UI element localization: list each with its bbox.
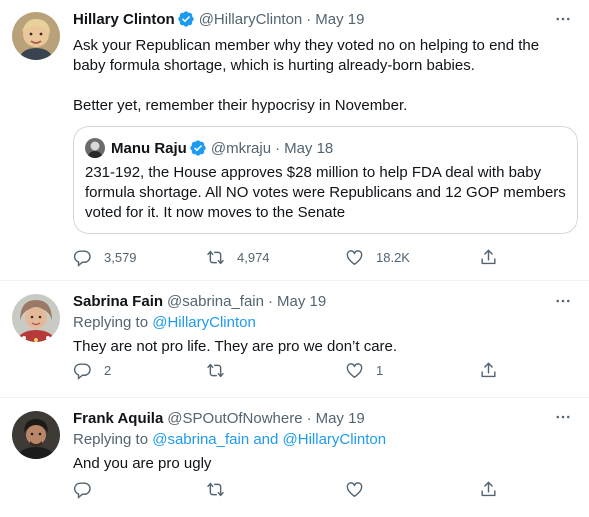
like-button[interactable] [345,480,364,499]
tweet-body: Sabrina Fain @sabrina_fain · May 19 Repl… [73,290,573,357]
retweet-button[interactable] [206,480,225,499]
like-count: 18.2K [376,250,410,265]
retweet-button[interactable] [206,361,225,380]
avatar-image [12,411,60,459]
replying-to: Replying to @sabrina_fain and @HillaryCl… [73,430,573,450]
author-name[interactable]: Sabrina Fain [73,293,163,310]
share-icon [481,481,496,497]
reply-count: 3,579 [104,250,137,265]
replying-to-prefix: Replying to [73,431,153,448]
share-button[interactable] [479,480,498,499]
heart-icon [346,482,363,497]
more-horizontal-icon[interactable] [553,10,573,28]
avatar-image [12,294,60,342]
reply-button[interactable] [73,480,92,499]
quoted-tweet[interactable]: Manu Raju @mkraju · May 18 231-192, the … [73,126,578,234]
verified-badge-icon [190,140,206,156]
quoted-author-handle: @mkraju [210,139,272,157]
avatar-manu-raju [85,138,105,158]
tweet-timestamp[interactable]: May 19 [315,11,364,28]
like-button[interactable]: 18.2K [345,248,410,267]
tweet-text: They are not pro life. They are pro we d… [73,338,398,355]
reply-button[interactable]: 3,579 [73,248,137,267]
tweet-actions: 3,579 4,974 18.2K [73,248,498,268]
replying-to-link[interactable]: @HillaryClinton [152,314,256,331]
tweet-text: And you are pro ugly [73,455,212,472]
author-name[interactable]: Hillary Clinton [73,11,175,28]
separator-dot: · [306,409,312,427]
tweet-body: Frank Aquila @SPOutOfNowhere · May 19 Re… [73,407,573,474]
avatar-image [12,12,60,60]
share-icon [481,362,496,378]
quoted-tweet-text: 231-192, the House approves $28 million … [85,164,566,221]
quoted-tweet-header: Manu Raju @mkraju · May 18 [111,138,333,158]
tweet-actions [73,480,498,500]
heart-icon [346,250,363,265]
retweet-icon [207,482,224,497]
retweet-button[interactable]: 4,974 [206,248,270,267]
tweet-text: Ask your Republican member why they vote… [73,37,540,114]
tweet-timestamp[interactable]: May 19 [316,410,365,427]
avatar-sabrina-fain[interactable] [12,294,60,342]
retweet-count: 4,974 [237,250,270,265]
share-button[interactable] [479,361,498,380]
like-count: 1 [376,363,384,378]
tweet-sabrina-fain[interactable]: Sabrina Fain @sabrina_fain · May 19 Repl… [0,281,589,398]
reply-icon [73,363,91,380]
tweet-frank-aquila[interactable]: Frank Aquila @SPOutOfNowhere · May 19 Re… [0,398,589,517]
heart-icon [346,363,363,378]
reply-count: 2 [104,363,112,378]
avatar-hillary-clinton[interactable] [12,12,60,60]
separator-dot: · [306,10,312,28]
share-icon [481,249,496,265]
tweet-header: Frank Aquila @SPOutOfNowhere · May 19 [73,407,573,429]
retweet-icon [207,250,224,265]
reply-icon [73,482,91,499]
author-name[interactable]: Frank Aquila [73,410,163,427]
like-button[interactable]: 1 [345,361,383,380]
more-horizontal-icon[interactable] [553,408,573,426]
separator-dot: · [267,292,273,310]
tweet-actions: 2 1 [73,361,498,381]
replying-to: Replying to @HillaryClinton [73,313,573,333]
tweet-hillary-clinton[interactable]: Hillary Clinton @HillaryClinton · May 19… [0,0,589,281]
author-handle[interactable]: @HillaryClinton [199,11,303,28]
verified-badge-icon [178,11,194,27]
replying-to-link[interactable]: @sabrina_fain and @HillaryClinton [152,431,386,448]
author-handle[interactable]: @SPOutOfNowhere [167,410,302,427]
tweet-body: Hillary Clinton @HillaryClinton · May 19… [73,8,578,267]
retweet-icon [207,363,224,378]
reply-icon [73,250,91,267]
tweet-header: Sabrina Fain @sabrina_fain · May 19 [73,290,573,312]
avatar-frank-aquila[interactable] [12,411,60,459]
tweet-timestamp[interactable]: May 19 [277,293,326,310]
share-button[interactable] [479,248,498,267]
separator-dot: · [275,139,281,157]
quoted-tweet-timestamp: May 18 [284,139,334,157]
tweet-header: Hillary Clinton @HillaryClinton · May 19 [73,8,573,30]
author-handle[interactable]: @sabrina_fain [167,293,264,310]
replying-to-prefix: Replying to [73,314,153,331]
reply-button[interactable]: 2 [73,361,111,380]
quoted-author-name: Manu Raju [111,139,187,157]
more-horizontal-icon[interactable] [553,292,573,310]
